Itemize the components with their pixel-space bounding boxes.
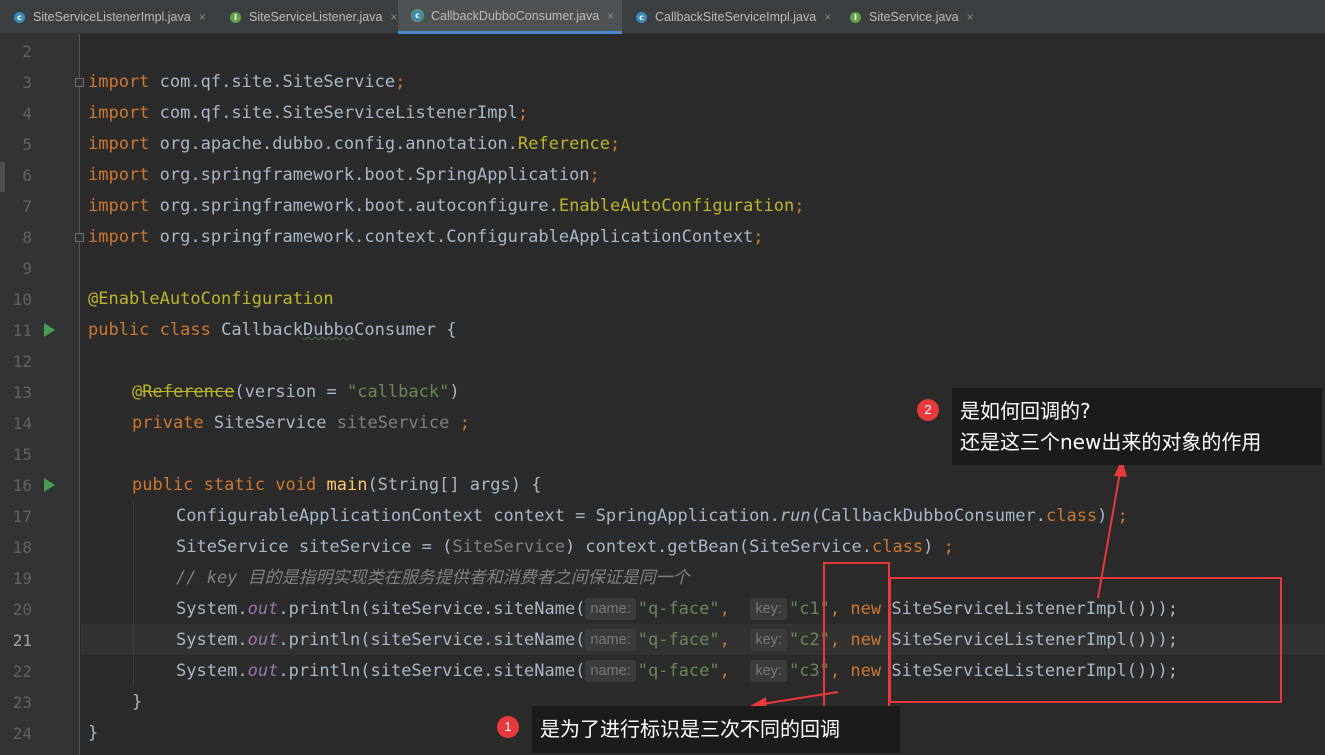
callout-number-badge: 1 — [497, 716, 519, 738]
callout-line: 是如何回调的? — [960, 399, 1091, 423]
annotation-arrows — [750, 459, 1127, 711]
callout-line: 是为了进行标识是三次不同的回调 — [540, 717, 840, 741]
callout-explanation: 是为了进行标识是三次不同的回调 — [532, 706, 900, 753]
arrow-to-callout-2 — [1097, 471, 1121, 599]
arrow-to-callout-1 — [761, 691, 839, 705]
callout-line: 还是这三个new出来的对象的作用 — [960, 430, 1262, 454]
callout-number-badge: 2 — [917, 399, 939, 421]
callout-question: 是如何回调的? 还是这三个new出来的对象的作用 — [952, 388, 1322, 465]
